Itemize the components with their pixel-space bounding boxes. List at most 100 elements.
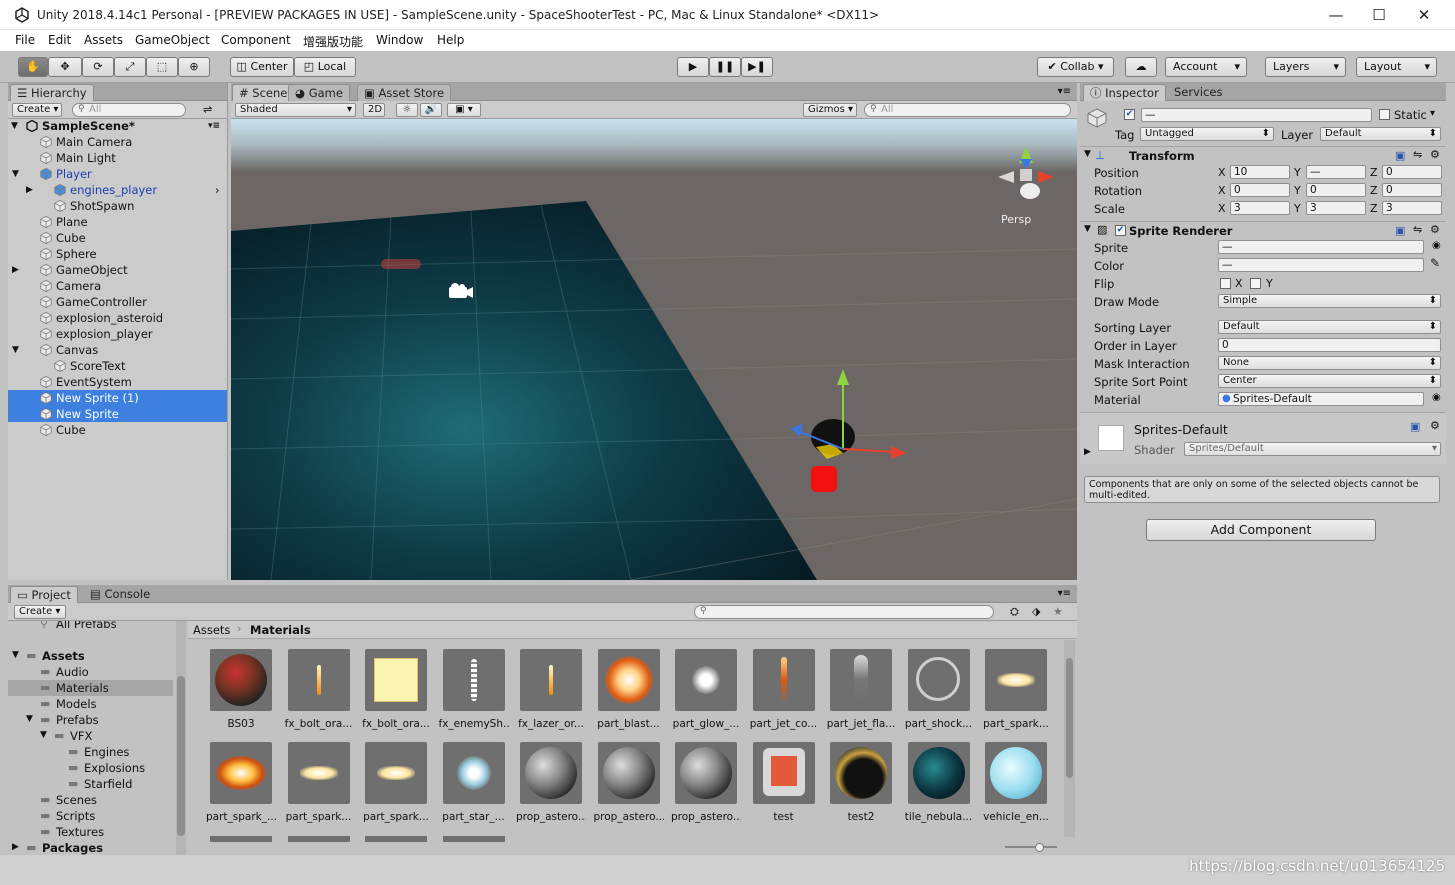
help-book-icon[interactable]: ▣ [1410,420,1420,433]
label-tag-icon[interactable]: ⬗ [1032,605,1040,618]
asset-item[interactable]: BS03 [206,649,276,730]
material-field[interactable]: ● Sprites-Default [1218,392,1424,406]
perspective-label[interactable]: Persp [1001,213,1031,226]
asset-item[interactable]: fx_bolt_ora... [284,649,354,730]
asset-item[interactable]: part_blast... [594,649,664,730]
asset-item[interactable]: prop_astero... [516,742,586,823]
project-create-button[interactable]: Create ▾ [14,605,66,619]
tab-inspector[interactable]: ⓘ Inspector [1083,84,1166,101]
preset-icon[interactable]: ⇋ [1413,223,1422,236]
rotation-y-field[interactable]: 0 [1306,183,1366,197]
hierarchy-create-button[interactable]: Create ▾ [12,103,62,117]
hand-tool-button[interactable]: ✋ [18,57,48,77]
tab-services[interactable]: Services [1168,84,1229,101]
rotation-z-field[interactable]: 0 [1382,183,1442,197]
asset-item[interactable]: test [749,742,819,823]
gear-icon[interactable]: ⚙ [1430,148,1440,161]
expand-arrow-icon[interactable]: ▶ [12,842,19,852]
flip-y-checkbox[interactable] [1250,278,1261,289]
color-field[interactable]: — [1218,258,1424,272]
layout-dropdown[interactable]: Layout ▾ [1356,57,1437,77]
asset-item[interactable]: fx_lazer_or... [516,649,586,730]
sprite-renderer-enabled-checkbox[interactable]: ✔ [1115,225,1126,236]
menu-enhanced[interactable]: 增强版功能 [303,33,363,50]
asset-item[interactable]: fx_bolt_ora... [361,649,431,730]
position-x-field[interactable]: 10 [1230,165,1290,179]
layers-dropdown[interactable]: Layers ▾ [1265,57,1346,77]
project-folder-item[interactable]: ▬ Models [8,696,173,712]
tab-scene[interactable]: # Scene [232,84,295,101]
help-book-icon[interactable]: ▣ [1395,149,1405,162]
audio-toggle[interactable]: 🔊 [420,103,442,117]
position-z-field[interactable]: 0 [1382,165,1442,179]
menu-edit[interactable]: Edit [48,33,71,47]
hierarchy-item[interactable]: ScoreText [8,358,227,374]
asset-item[interactable]: part_shock... [904,649,974,730]
project-folder-item[interactable]: ⚲ All Prefabs [8,621,173,632]
expand-arrow-icon[interactable]: ▼ [40,730,47,740]
hierarchy-item[interactable]: New Sprite [8,406,227,422]
scale-y-field[interactable]: 3 [1306,201,1366,215]
expand-arrow-icon[interactable]: ▼ [1084,149,1091,159]
expand-arrow-icon[interactable]: ▶ [1084,447,1091,457]
cloud-button[interactable]: ☁ [1125,57,1157,77]
gameobject-name-field[interactable]: — [1141,108,1372,122]
asset-item[interactable]: fx_enemySh... [439,649,509,730]
transform-tool-button[interactable]: ⊕ [178,57,210,77]
asset-item[interactable] [442,836,505,842]
tab-game[interactable]: ◕ Game [288,84,350,101]
hierarchy-item[interactable]: Plane [8,214,227,230]
asset-item[interactable]: part_spark... [981,649,1051,730]
gear-icon[interactable]: ⚙ [1430,419,1440,432]
hierarchy-search-input[interactable]: All [72,103,186,117]
preset-icon[interactable]: ⇋ [1413,148,1422,161]
tree-scrollbar-track[interactable] [176,621,186,855]
sorting-layer-dropdown[interactable]: Default ⬍ [1218,320,1441,334]
asset-item[interactable]: part_jet_co... [749,649,819,730]
project-search-input[interactable] [694,605,994,619]
minimize-button[interactable]: — [1313,0,1359,30]
asset-item[interactable]: part_star_... [439,742,509,823]
shader-dropdown[interactable]: Sprites/Default ▾ [1184,442,1441,456]
eyedropper-icon[interactable]: ✎ [1430,256,1440,270]
asset-item[interactable]: part_glow_... [671,649,741,730]
flip-x-checkbox[interactable] [1220,278,1231,289]
object-picker-icon[interactable]: ◉ [1432,392,1441,403]
pivot-local-button[interactable]: ◰ Local [294,57,356,77]
draw-mode-dropdown[interactable]: Simple ⬍ [1218,294,1441,308]
menu-assets[interactable]: Assets [84,33,123,47]
sprite-field[interactable]: — [1218,240,1424,254]
gizmos-dropdown[interactable]: Gizmos ▾ [803,103,857,117]
asset-item[interactable]: part_spark... [361,742,431,823]
expand-arrow-icon[interactable]: ▼ [12,650,19,660]
project-folder-item[interactable]: ▼ ▬ VFX [8,728,173,744]
expand-arrow-icon[interactable]: ▼ [26,714,33,724]
breadcrumb-materials[interactable]: Materials [250,623,311,637]
breadcrumb-assets[interactable]: Assets [193,623,230,637]
position-y-field[interactable]: — [1306,165,1366,179]
hierarchy-item[interactable]: explosion_player [8,326,227,342]
rect-tool-button[interactable]: ⬚ [146,57,178,77]
menu-help[interactable]: Help [437,33,464,47]
asset-item[interactable] [287,836,350,842]
tree-scrollbar-thumb[interactable] [177,676,185,836]
hierarchy-item[interactable]: Cube [8,422,227,438]
help-book-icon[interactable]: ▣ [1395,224,1405,237]
thumbnail-size-slider[interactable] [1005,843,1057,852]
expand-arrow-icon[interactable]: ▼ [11,118,18,134]
layer-dropdown[interactable]: Default ⬍ [1320,127,1441,141]
scale-z-field[interactable]: 3 [1382,201,1442,215]
sprite-sort-point-dropdown[interactable]: Center ⬍ [1218,374,1441,388]
rotate-tool-button[interactable]: ⟳ [82,57,114,77]
maximize-button[interactable]: ☐ [1356,0,1402,30]
asset-item[interactable]: test2 [826,742,896,823]
hierarchy-item[interactable]: explosion_asteroid [8,310,227,326]
active-checkbox[interactable]: ✔ [1124,109,1135,120]
hierarchy-item[interactable]: Main Camera [8,134,227,150]
account-dropdown[interactable]: Account ▾ [1165,57,1247,77]
scene-menu-icon[interactable]: ▾≡ [208,118,220,134]
hierarchy-item[interactable]: New Sprite (1) [8,390,227,406]
asset-item[interactable]: part_spark... [284,742,354,823]
slider-thumb[interactable] [1035,843,1044,852]
object-picker-icon[interactable]: ◉ [1432,240,1441,251]
